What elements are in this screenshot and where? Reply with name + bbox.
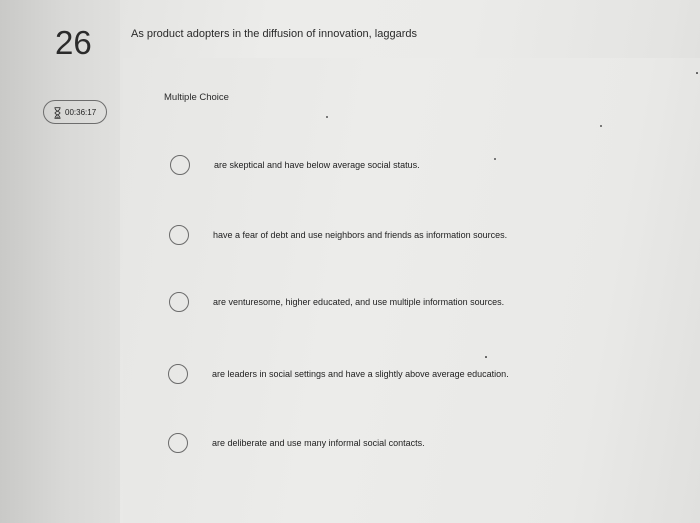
answer-panel <box>123 58 700 523</box>
question-number: 26 <box>55 24 92 61</box>
dust-speck <box>600 125 602 127</box>
timer-badge: 00:36:17 <box>43 100 107 124</box>
radio-button[interactable] <box>169 225 189 245</box>
choice-4[interactable]: are leaders in social settings and have … <box>168 364 509 384</box>
dust-speck <box>326 116 328 118</box>
radio-button[interactable] <box>169 292 189 312</box>
radio-button[interactable] <box>170 155 190 175</box>
choice-label: are skeptical and have below average soc… <box>214 160 420 170</box>
question-prompt: As product adopters in the diffusion of … <box>131 28 417 40</box>
choice-label: are venturesome, higher educated, and us… <box>213 297 505 307</box>
choice-label: are deliberate and use many informal soc… <box>212 438 425 448</box>
dust-speck <box>485 356 487 358</box>
choice-1[interactable]: are skeptical and have below average soc… <box>170 155 420 175</box>
choice-5[interactable]: are deliberate and use many informal soc… <box>168 433 425 453</box>
choice-2[interactable]: have a fear of debt and use neighbors an… <box>169 225 507 245</box>
choice-label: are leaders in social settings and have … <box>212 369 509 379</box>
hourglass-icon <box>54 106 61 119</box>
dust-speck <box>696 72 698 74</box>
question-type-label: Multiple Choice <box>164 92 229 103</box>
dust-speck <box>494 158 496 160</box>
choice-3[interactable]: are venturesome, higher educated, and us… <box>169 292 504 312</box>
question-sidebar <box>0 0 120 523</box>
quiz-screen: 26 00:36:17 As product adopters in the d… <box>0 0 700 523</box>
choice-label: have a fear of debt and use neighbors an… <box>213 230 508 240</box>
timer-value: 00:36:17 <box>65 107 97 117</box>
radio-button[interactable] <box>168 433 188 453</box>
radio-button[interactable] <box>168 364 188 384</box>
